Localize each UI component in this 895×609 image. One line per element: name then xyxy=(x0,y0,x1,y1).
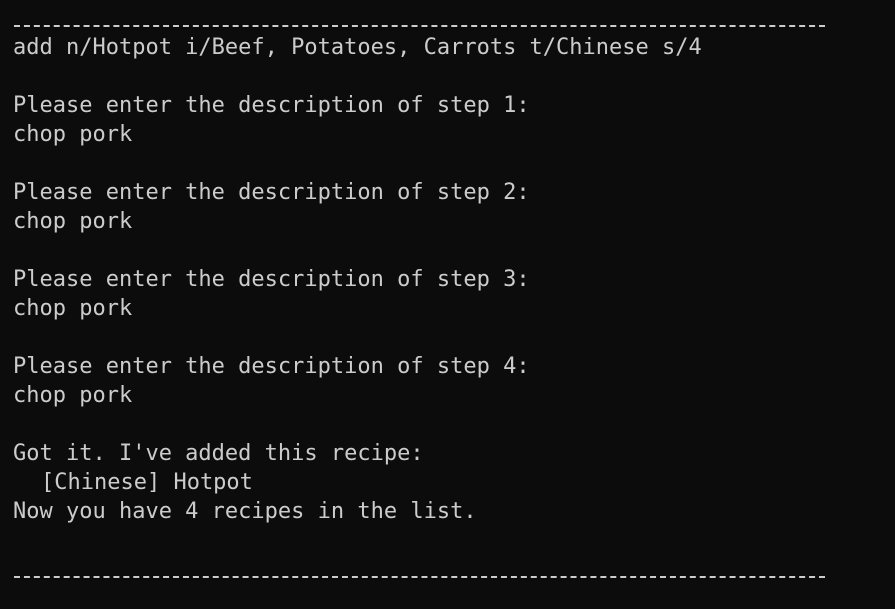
bottom-divider xyxy=(14,576,825,578)
terminal-window[interactable]: add n/Hotpot i/Beef, Potatoes, Carrots t… xyxy=(0,0,895,609)
step-4-prompt: Please enter the description of step 4: xyxy=(13,354,530,379)
step-1-prompt: Please enter the description of step 1: xyxy=(13,93,530,118)
step-1-input: chop pork xyxy=(13,122,133,147)
step-2-prompt: Please enter the description of step 2: xyxy=(13,180,530,205)
confirmation-message: Got it. I've added this recipe: xyxy=(13,441,424,466)
step-3-input: chop pork xyxy=(13,296,133,321)
command-line: add n/Hotpot i/Beef, Potatoes, Carrots t… xyxy=(13,35,702,60)
step-3-prompt: Please enter the description of step 3: xyxy=(13,267,530,292)
recipe-entry: [Chinese] Hotpot xyxy=(41,470,253,495)
recipe-count-summary: Now you have 4 recipes in the list. xyxy=(13,499,477,524)
step-2-input: chop pork xyxy=(13,209,133,234)
top-divider xyxy=(14,25,825,27)
step-4-input: chop pork xyxy=(13,383,133,408)
